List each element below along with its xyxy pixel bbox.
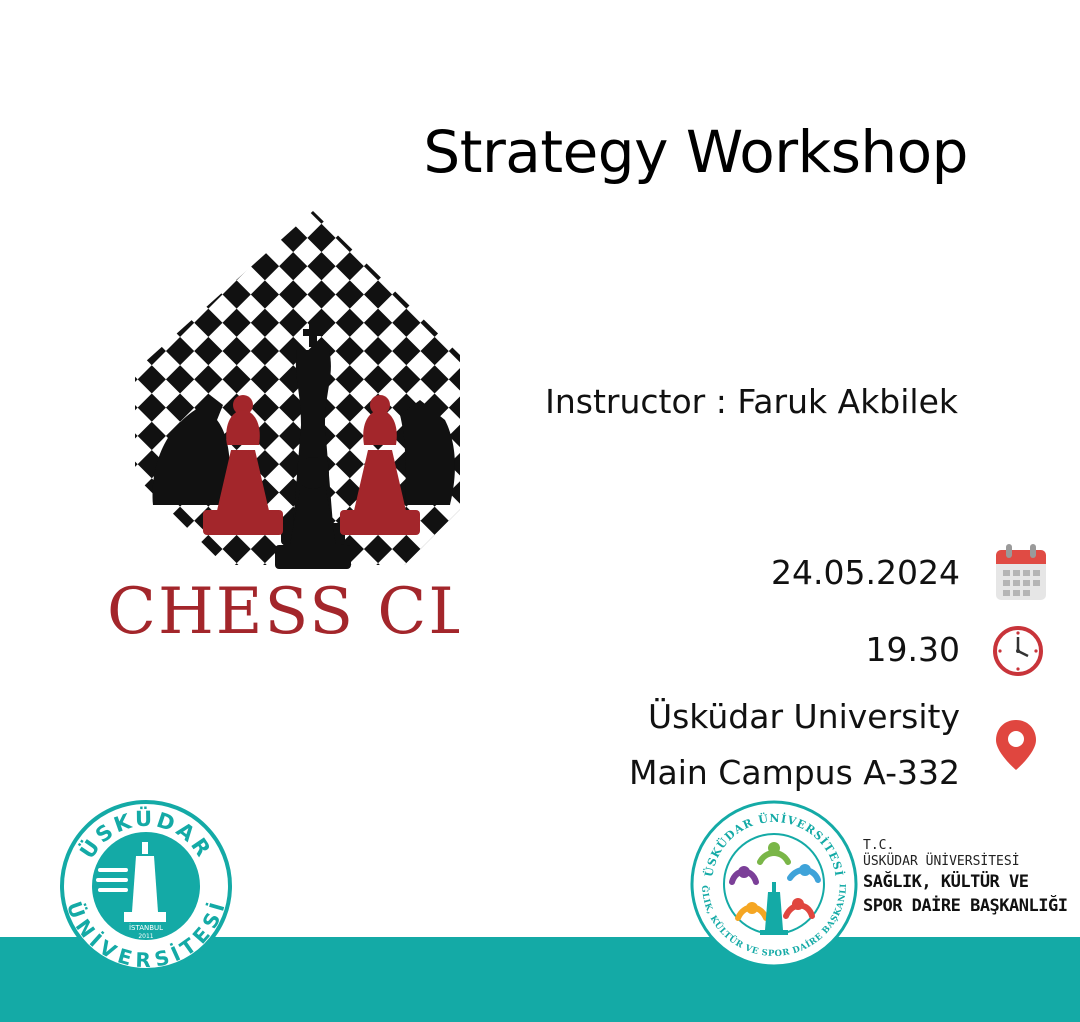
- page-title: Strategy Workshop: [423, 118, 968, 186]
- dept-line-tc: T.C.: [863, 838, 895, 853]
- event-date: 24.05.2024: [771, 553, 960, 592]
- instructor-name: Faruk Akbilek: [737, 382, 958, 421]
- health-culture-sports-logo: ÜSKÜDAR ÜNİVERSİTESİ SAĞLIK, KÜLTÜR VE S…: [686, 797, 858, 968]
- department-name-block: T.C. ÜSKÜDAR ÜNİVERSİTESİ SAĞLIK, KÜLTÜR…: [863, 838, 1073, 918]
- clock-icon: [992, 625, 1044, 681]
- instructor-line: Instructor : Faruk Akbilek: [500, 382, 958, 421]
- event-time: 19.30: [865, 630, 960, 669]
- dept-line-sports: SPOR DAİRE BAŞKANLIĞI: [863, 896, 1068, 916]
- calendar-icon: [994, 542, 1048, 606]
- chess-club-text: CHESS CLU: [107, 575, 459, 649]
- left-logo-year: 2011: [138, 933, 153, 940]
- left-logo-city: İSTANBUL: [129, 923, 163, 932]
- event-location-line2: Main Campus A-332: [629, 753, 960, 792]
- map-pin-icon: [994, 718, 1038, 776]
- dept-line-university: ÜSKÜDAR ÜNİVERSİTESİ: [863, 854, 1020, 869]
- uskudar-university-logo: ÜSKÜDAR ÜNİVERSİTESİ İSTANBUL 2011: [60, 800, 232, 972]
- instructor-label: Instructor :: [545, 382, 727, 421]
- dept-line-health-culture: SAĞLIK, KÜLTÜR VE: [863, 872, 1029, 892]
- event-location-line1: Üsküdar University: [647, 697, 960, 736]
